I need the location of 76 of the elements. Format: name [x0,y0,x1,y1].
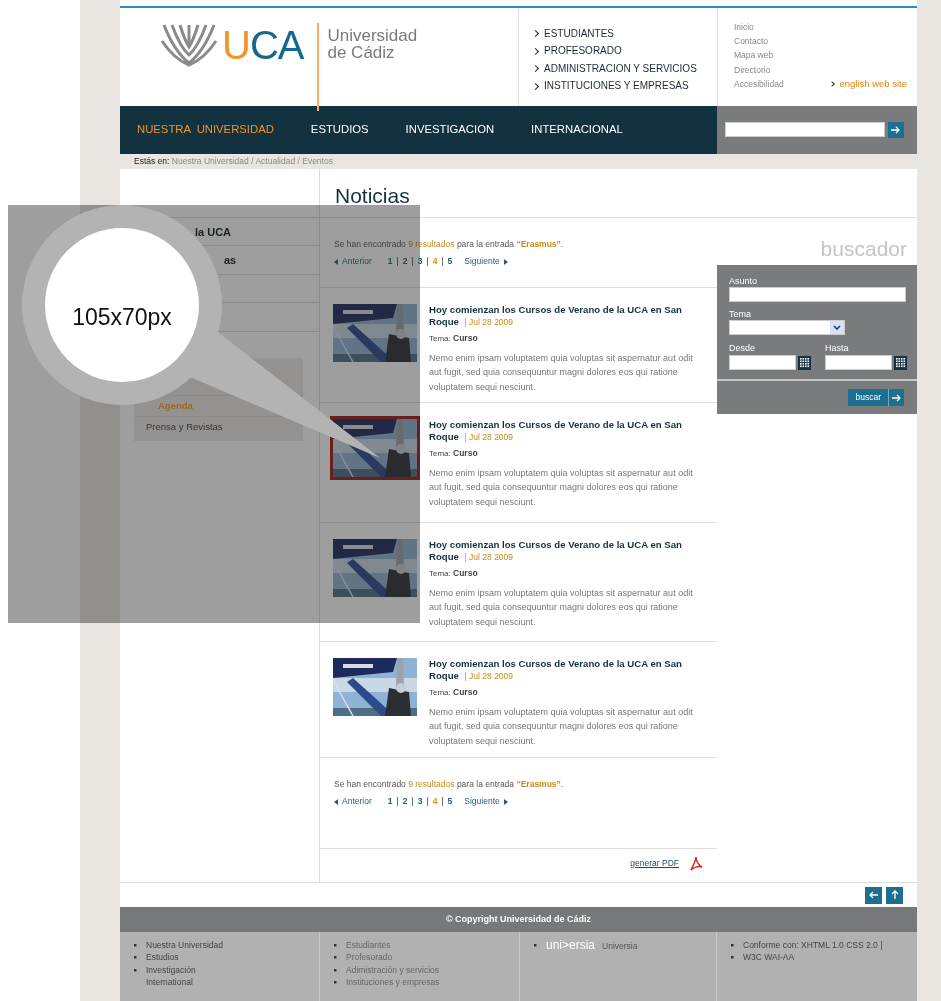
arrow-icon [889,890,900,901]
calendar-button[interactable] [798,355,811,370]
pdf-link[interactable]: generar PDF [630,856,679,870]
article-text: Nemo enim ipsam voluptatem quia voluptas sit aspernatur aut odit aut fugit, sed quia consequuntur magni dolores eos qui ratione voluptatem sequi nesciunt. [429,466,694,509]
article-topic: Tema: Curso [429,566,479,580]
logo-wordmark[interactable]: UCA [222,24,304,106]
page-link[interactable]: 3 [417,255,423,269]
top-button[interactable] [886,886,903,904]
utility-link[interactable]: Mapa web [734,48,774,63]
page-separator: | [441,255,444,269]
utility-link[interactable]: Directorio [734,62,771,78]
pdf-icon [689,855,703,871]
calendar-button[interactable] [894,355,907,370]
page-separator: | [441,795,444,809]
article-topic: Tema: Curso [429,446,479,460]
utility-link[interactable]: Inicio [734,19,754,35]
page-separator: | [396,795,399,809]
nav-link[interactable]: INTERNACIONAL [531,121,623,139]
copyright-text: © Copyright Universidad de Cádiz [120,906,917,932]
audience-link[interactable]: PROFESORADO [533,42,717,60]
page-link[interactable]: 2 [402,255,408,269]
audience-link[interactable]: INSTITUCIONES Y EMPRESAS [533,77,717,95]
search-button[interactable] [888,121,904,138]
search-field[interactable] [725,122,885,138]
field-label: Asunto [729,275,759,287]
topic-select[interactable] [729,319,845,335]
page-link[interactable]: 5 [447,795,453,809]
nav-link[interactable]: NUESTRA UNIVERSIDAD [137,121,274,139]
page-separator: | [396,255,399,269]
nav-link[interactable]: INVESTIGACION [405,121,495,139]
article-text: Nemo enim ipsam voluptatem quia voluptas sit aspernatur aut odit aut fugit, sed quia consequuntur magni dolores eos qui ratione voluptatem sequi nesciunt. [429,351,694,394]
page-separator: | [426,795,429,809]
audience-link[interactable]: ESTUDIANTES [533,24,717,43]
page-link[interactable]: 1 [387,795,393,809]
article-title[interactable]: Hoy comienzan los Cursos de Verano de la UCA en San Roque | Jul 28 2009 [429,657,701,683]
back-button[interactable] [865,886,882,904]
date-field[interactable] [729,355,796,371]
article-text: Nemo enim ipsam voluptatem quia voluptas sit aspernatur aut odit aut fugit, sed quia consequuntur magni dolores eos qui ratione voluptatem sequi nesciunt. [429,705,694,748]
next-link[interactable]: Siguiente [464,795,508,809]
page-separator: | [411,795,414,809]
article-title[interactable]: Hoy comienzan los Cursos de Verano de la UCA en San Roque | Jul 28 2009 [429,418,701,444]
nav-link[interactable]: ESTUDIOS [310,121,369,139]
field-label: Hasta [825,341,850,355]
article-topic: Tema: Curso [429,685,479,699]
previous-link[interactable]: Anterior [334,255,372,269]
article-title[interactable]: Hoy comienzan los Cursos de Verano de la UCA en San Roque | Jul 28 2009 [429,303,701,329]
next-link[interactable]: Siguiente [464,255,508,269]
page-link[interactable]: 3 [417,795,423,809]
audience-link[interactable]: ADMINISTRACION Y SERVICIOS [533,59,717,78]
subject-field[interactable] [729,286,906,302]
arrow-icon [891,125,901,134]
page-link[interactable]: 2 [402,795,408,809]
date-field[interactable] [825,355,892,371]
utility-link[interactable]: Accesibilidad [734,77,784,92]
previous-link[interactable]: Anterior [334,795,372,809]
field-label: Tema [729,308,752,320]
page-separator: | [426,255,429,269]
arrow-icon [868,890,879,901]
page-title: Noticias [334,182,411,209]
search-submit-button[interactable]: buscar [848,389,904,407]
page-link[interactable]: 5 [447,255,453,269]
arrow-icon [891,393,902,402]
page-link[interactable]: 1 [387,255,393,269]
utility-link[interactable]: Contacto [734,34,769,49]
caret-icon [833,324,841,330]
article-text: Nemo enim ipsam voluptatem quia voluptas sit aspernatur aut odit aut fugit, sed quia consequuntur magni dolores eos qui ratione voluptatem sequi nesciunt. [429,586,694,629]
partner-link[interactable]: Universia [602,940,638,951]
english-link[interactable]: english web site [830,76,907,92]
article-title[interactable]: Hoy comienzan los Cursos de Verano de la UCA en San Roque | Jul 28 2009 [429,538,701,564]
university-name: Universidad de Cádiz [327,26,418,64]
dimension-label: 105x70px [71,303,173,332]
page-separator: | [411,255,414,269]
results-summary: Se han encontrado 9 resultados para la entrada “Erasmus”. [334,237,565,251]
results-summary: Se han encontrado 9 resultados para la entrada “Erasmus”. [334,777,565,791]
article-topic: Tema: Curso [429,331,479,345]
field-label: Desde [729,341,756,355]
